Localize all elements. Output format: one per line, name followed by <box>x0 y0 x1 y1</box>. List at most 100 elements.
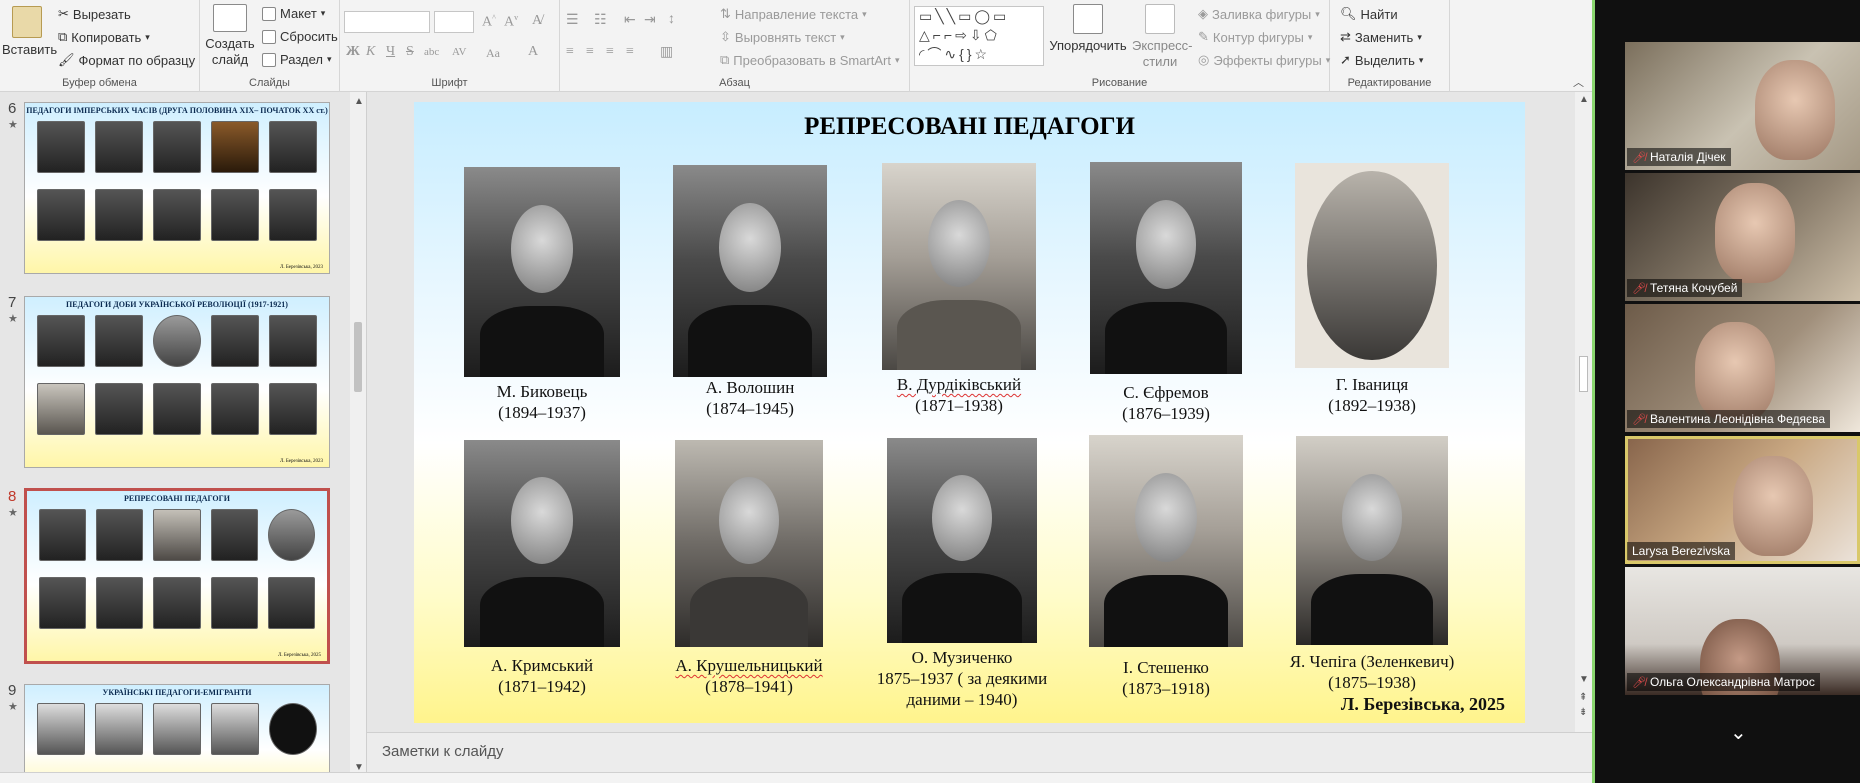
participant-name-tag: 🎤︎̸ Тетяна Кочубей <box>1627 279 1743 297</box>
char-spacing-button[interactable]: AV <box>452 46 466 58</box>
strikethrough-button[interactable]: S <box>406 44 414 60</box>
numbering-button[interactable]: ☷ <box>594 12 607 29</box>
participant-video <box>1695 322 1775 422</box>
paste-button[interactable]: Вставить <box>2 6 57 58</box>
person-name: І. Стешенко <box>1123 658 1209 677</box>
find-button[interactable]: 🔍︎ Найти <box>1340 6 1398 22</box>
thumbnail-slide[interactable]: ПЕДАГОГИ ДОБИ УКРАЇНСЬКОЇ РЕВОЛЮЦІЇ (191… <box>24 296 330 468</box>
shape-effects-button[interactable]: ◎ Эффекты фигуры ▾ <box>1198 52 1330 68</box>
thumbnail-signature: Л. Березівська, 2023 <box>279 265 323 270</box>
line-spacing-button[interactable]: ↕ <box>668 12 675 28</box>
shape-outline-button[interactable]: ✎ Контур фигуры ▾ <box>1198 29 1312 45</box>
replace-button[interactable]: ⇄ Заменить ▾ <box>1340 29 1422 45</box>
person-name: С. Єфремов <box>1123 383 1209 402</box>
layout-button[interactable]: Макет ▾ <box>262 6 325 21</box>
justify-button[interactable]: ≡ <box>626 44 634 60</box>
grow-font-button[interactable]: A^ <box>482 13 496 31</box>
font-family-input[interactable] <box>344 11 430 33</box>
scroll-down-icon[interactable]: ▼ <box>1579 674 1589 685</box>
person-card[interactable]: О. Музиченко 1875–1937 ( за деякими дани… <box>864 438 1060 710</box>
quick-styles-button[interactable]: Экспресс-стили <box>1132 4 1193 70</box>
person-years: (1873–1918) <box>1122 679 1210 698</box>
paste-icon <box>12 6 42 38</box>
thumbnail-slide[interactable]: ПЕДАГОГИ ІМПЕРСЬКИХ ЧАСІВ (ДРУГА ПОЛОВИН… <box>24 102 330 274</box>
portrait-photo <box>887 438 1037 643</box>
shadow-button[interactable]: abc <box>424 46 439 58</box>
previous-slide-icon[interactable]: ⇞ <box>1579 692 1587 703</box>
thumbnail-scrollbar[interactable]: ▲ ▼ <box>350 92 366 783</box>
participant-tile[interactable]: 🎤︎̸ Наталія Дічек <box>1625 42 1860 170</box>
underline-button[interactable]: Ч <box>386 44 395 60</box>
font-color-button[interactable]: A <box>528 44 538 60</box>
editor-scrollbar[interactable]: ▲ ▼ ⇞ ⇟ <box>1575 92 1592 732</box>
participant-name: Ольга Олександрівна Матрос <box>1649 675 1815 689</box>
font-size-input[interactable] <box>434 11 474 33</box>
smartart-icon: ⧉ <box>720 52 730 67</box>
quick-styles-label: Экспресс-стили <box>1132 38 1193 69</box>
notes-pane[interactable]: Заметки к слайду <box>367 732 1592 772</box>
participant-video <box>1755 60 1835 160</box>
align-left-button[interactable]: ≡ <box>566 44 574 60</box>
italic-button[interactable]: К <box>366 44 375 60</box>
arrange-button[interactable]: Упорядочить <box>1048 4 1128 54</box>
align-text-button[interactable]: ⇳ Выровнять текст ▾ <box>720 29 845 45</box>
notes-placeholder[interactable]: Заметки к слайду <box>382 743 504 760</box>
shrink-font-button[interactable]: Av <box>504 13 518 31</box>
thumbnail-signature: Л. Березівська, 2023 <box>279 459 323 464</box>
shape-fill-button[interactable]: ◈ Заливка фигуры ▾ <box>1198 6 1320 22</box>
person-card[interactable]: Г. Іваниця (1892–1938) <box>1294 163 1450 416</box>
scroll-up-icon[interactable]: ▲ <box>354 96 364 107</box>
person-years: 1875–1937 ( за деякими даними – 1940) <box>876 669 1048 709</box>
increase-indent-button[interactable]: ⇥ <box>644 12 656 29</box>
change-case-button[interactable]: Aa <box>486 46 500 61</box>
person-card[interactable]: С. Єфремов (1876–1939) <box>1088 162 1244 424</box>
cut-button[interactable]: ✂ Вырезать <box>58 6 131 22</box>
shape-effects-label: Эффекты фигуры <box>1213 52 1322 68</box>
columns-button[interactable]: ▥ <box>660 44 673 61</box>
new-slide-button[interactable]: Создать слайд <box>202 4 258 68</box>
chevron-down-icon[interactable]: ⌄ <box>1730 720 1747 745</box>
person-card[interactable]: А. Кримський (1871–1942) <box>464 440 620 697</box>
chevron-down-icon: ▾ <box>894 54 900 65</box>
scrollbar-thumb[interactable] <box>1579 356 1588 392</box>
slide-canvas[interactable]: РЕПРЕСОВАНІ ПЕДАГОГИ М. Биковець (1894–1… <box>414 102 1525 723</box>
thumbnail-number: 6 <box>8 100 17 117</box>
participant-tile[interactable]: 🎤︎̸ Тетяна Кочубей <box>1625 173 1860 301</box>
format-painter-button[interactable]: 🖌 Формат по образцу <box>58 52 195 68</box>
person-card[interactable]: Я. Чепіга (Зеленкевич) (1875–1938) <box>1274 436 1470 693</box>
select-button[interactable]: ➚ Выделить ▾ <box>1340 52 1423 68</box>
shape-outline-label: Контур фигуры <box>1212 29 1304 45</box>
thumbnail-slide-selected[interactable]: РЕПРЕСОВАНІ ПЕДАГОГИ Л. Березівська, 202… <box>24 488 330 664</box>
bold-button[interactable]: Ж <box>346 44 360 60</box>
align-right-button[interactable]: ≡ <box>606 44 614 60</box>
person-card[interactable]: В. Дурдіківський (1871–1938) <box>874 163 1044 416</box>
thumbnail-slide[interactable]: УКРАЇНСЬКІ ПЕДАГОГИ-ЕМІГРАНТИ <box>24 684 330 783</box>
collapse-ribbon-icon[interactable]: ︿ <box>1573 74 1584 90</box>
participant-tile-active-speaker[interactable]: Larysa Berezivska <box>1625 436 1860 564</box>
text-direction-button[interactable]: ⇅ Направление текста ▾ <box>720 6 867 22</box>
clear-formatting-button[interactable]: A̸ <box>532 13 542 29</box>
section-button[interactable]: Раздел ▾ <box>262 52 332 67</box>
scroll-up-icon[interactable]: ▲ <box>1579 94 1589 105</box>
person-card[interactable]: М. Биковець (1894–1937) <box>464 167 620 423</box>
align-center-button[interactable]: ≡ <box>586 44 594 60</box>
person-card[interactable]: А. Крушельницький (1878–1941) <box>654 440 844 697</box>
shapes-gallery[interactable]: ▭╲╲▭◯▭ △⌐⌐⇨⇩⬠ ◜⌒∿{}☆ <box>914 6 1044 66</box>
scrollbar-thumb[interactable] <box>354 322 362 392</box>
participant-tile[interactable]: 🎤︎̸ Валентина Леонідівна Федяєва <box>1625 304 1860 432</box>
slide-title[interactable]: РЕПРЕСОВАНІ ПЕДАГОГИ <box>414 113 1525 141</box>
chevron-down-icon: ▾ <box>320 8 326 18</box>
copy-button[interactable]: ⧉ Копировать ▾ <box>58 29 150 45</box>
next-slide-icon[interactable]: ⇟ <box>1579 707 1587 718</box>
person-card[interactable]: А. Волошин (1874–1945) <box>672 165 828 419</box>
thumbnail-number: 7 <box>8 294 17 311</box>
person-card[interactable]: І. Стешенко (1873–1918) <box>1088 435 1244 699</box>
person-years: (1874–1945) <box>706 399 794 418</box>
star-icon: ★ <box>8 119 18 131</box>
participant-tile[interactable]: 🎤︎̸ Ольга Олександрівна Матрос <box>1625 567 1860 695</box>
bullets-button[interactable]: ☰ <box>566 12 579 29</box>
decrease-indent-button[interactable]: ⇤ <box>624 12 636 29</box>
thumbnail-signature: Л. Березівська, 2025 <box>277 653 321 658</box>
reset-button[interactable]: Сбросить <box>262 29 338 44</box>
smartart-button[interactable]: ⧉ Преобразовать в SmartArt ▾ <box>720 52 900 68</box>
